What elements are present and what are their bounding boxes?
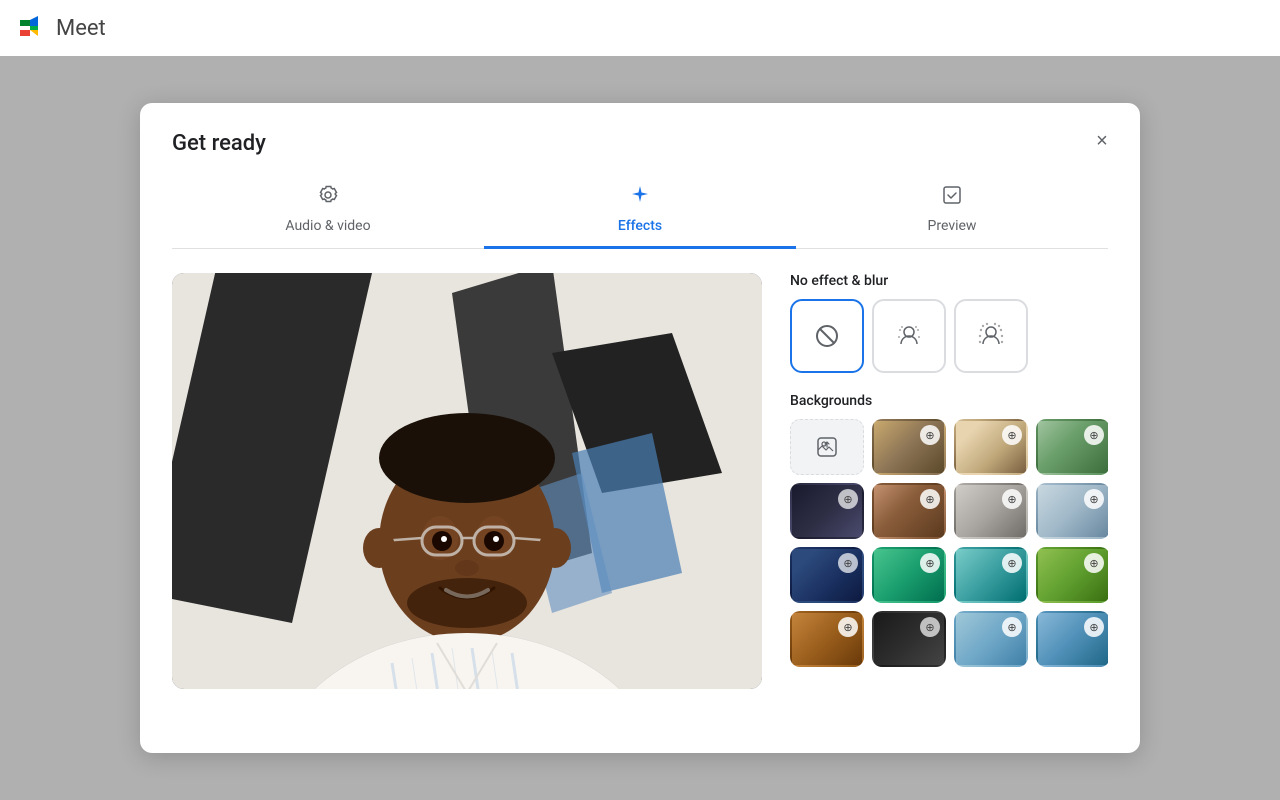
close-button[interactable]: × [1084,123,1120,159]
background-item-8[interactable]: ⊕ [790,547,864,603]
no-effect-icon [813,322,841,350]
tab-effects[interactable]: Effects [484,176,796,249]
background-item-14[interactable]: ⊕ [954,611,1028,667]
blur-options-grid [790,299,1108,373]
effects-icon [629,184,651,212]
bg-select-icon-2: ⊕ [1002,425,1022,445]
background-item-3[interactable]: ⊕ [1036,419,1108,475]
bg-select-icon-7: ⊕ [1084,489,1104,509]
bg-select-icon-4: ⊕ [838,489,858,509]
background-item-1[interactable]: ⊕ [872,419,946,475]
app-name: Meet [56,16,106,41]
preview-icon [941,184,963,212]
effects-panel: No effect & blur [790,273,1108,689]
upload-background-button[interactable] [790,419,864,475]
background-item-5[interactable]: ⊕ [872,483,946,539]
background-item-10[interactable]: ⊕ [954,547,1028,603]
tab-preview-label: Preview [928,218,977,234]
strong-blur-icon [977,322,1005,350]
background-item-13[interactable]: ⊕ [872,611,946,667]
tab-preview[interactable]: Preview [796,176,1108,249]
bg-select-icon-14: ⊕ [1002,617,1022,637]
background-item-11[interactable]: ⊕ [1036,547,1108,603]
background-item-12[interactable]: ⊕ [790,611,864,667]
bg-select-icon-3: ⊕ [1084,425,1104,445]
modal: Get ready × Audio & video [140,103,1140,753]
video-preview [172,273,762,689]
bg-select-icon-9: ⊕ [920,553,940,573]
background-item-15[interactable]: ⊕ [1036,611,1108,667]
backgrounds-title: Backgrounds [790,393,1108,409]
modal-title: Get ready [172,131,1108,156]
no-effect-blur-title: No effect & blur [790,273,1108,289]
audio-video-icon [317,184,339,212]
tab-audio-video-label: Audio & video [285,218,370,234]
background-item-2[interactable]: ⊕ [954,419,1028,475]
bg-select-icon-1: ⊕ [920,425,940,445]
bg-select-icon-11: ⊕ [1084,553,1104,573]
bg-select-icon-15: ⊕ [1084,617,1104,637]
tab-audio-video[interactable]: Audio & video [172,176,484,249]
modal-overlay: Get ready × Audio & video [0,56,1280,800]
meet-logo-icon [16,12,48,44]
modal-body: No effect & blur [172,273,1108,689]
slight-blur-icon [895,322,923,350]
bg-select-icon-13: ⊕ [920,617,940,637]
tab-effects-label: Effects [618,218,662,234]
bg-select-icon-12: ⊕ [838,617,858,637]
bg-select-icon-5: ⊕ [920,489,940,509]
meet-logo: Meet [16,12,106,44]
video-content [172,273,762,689]
strong-blur-button[interactable] [954,299,1028,373]
upload-icon [815,435,839,459]
top-bar: Meet [0,0,1280,56]
background-item-9[interactable]: ⊕ [872,547,946,603]
background-item-4[interactable]: ⊕ [790,483,864,539]
background-item-7[interactable]: ⊕ [1036,483,1108,539]
bg-select-icon-10: ⊕ [1002,553,1022,573]
person-video [172,273,762,689]
bg-select-icon-8: ⊕ [838,553,858,573]
no-effect-button[interactable] [790,299,864,373]
bg-select-icon-6: ⊕ [1002,489,1022,509]
backgrounds-grid: ⊕ ⊕ ⊕ ⊕ ⊕ ⊕ [790,419,1108,667]
slight-blur-button[interactable] [872,299,946,373]
background-item-6[interactable]: ⊕ [954,483,1028,539]
tabs-container: Audio & video Effects Preview [172,176,1108,249]
